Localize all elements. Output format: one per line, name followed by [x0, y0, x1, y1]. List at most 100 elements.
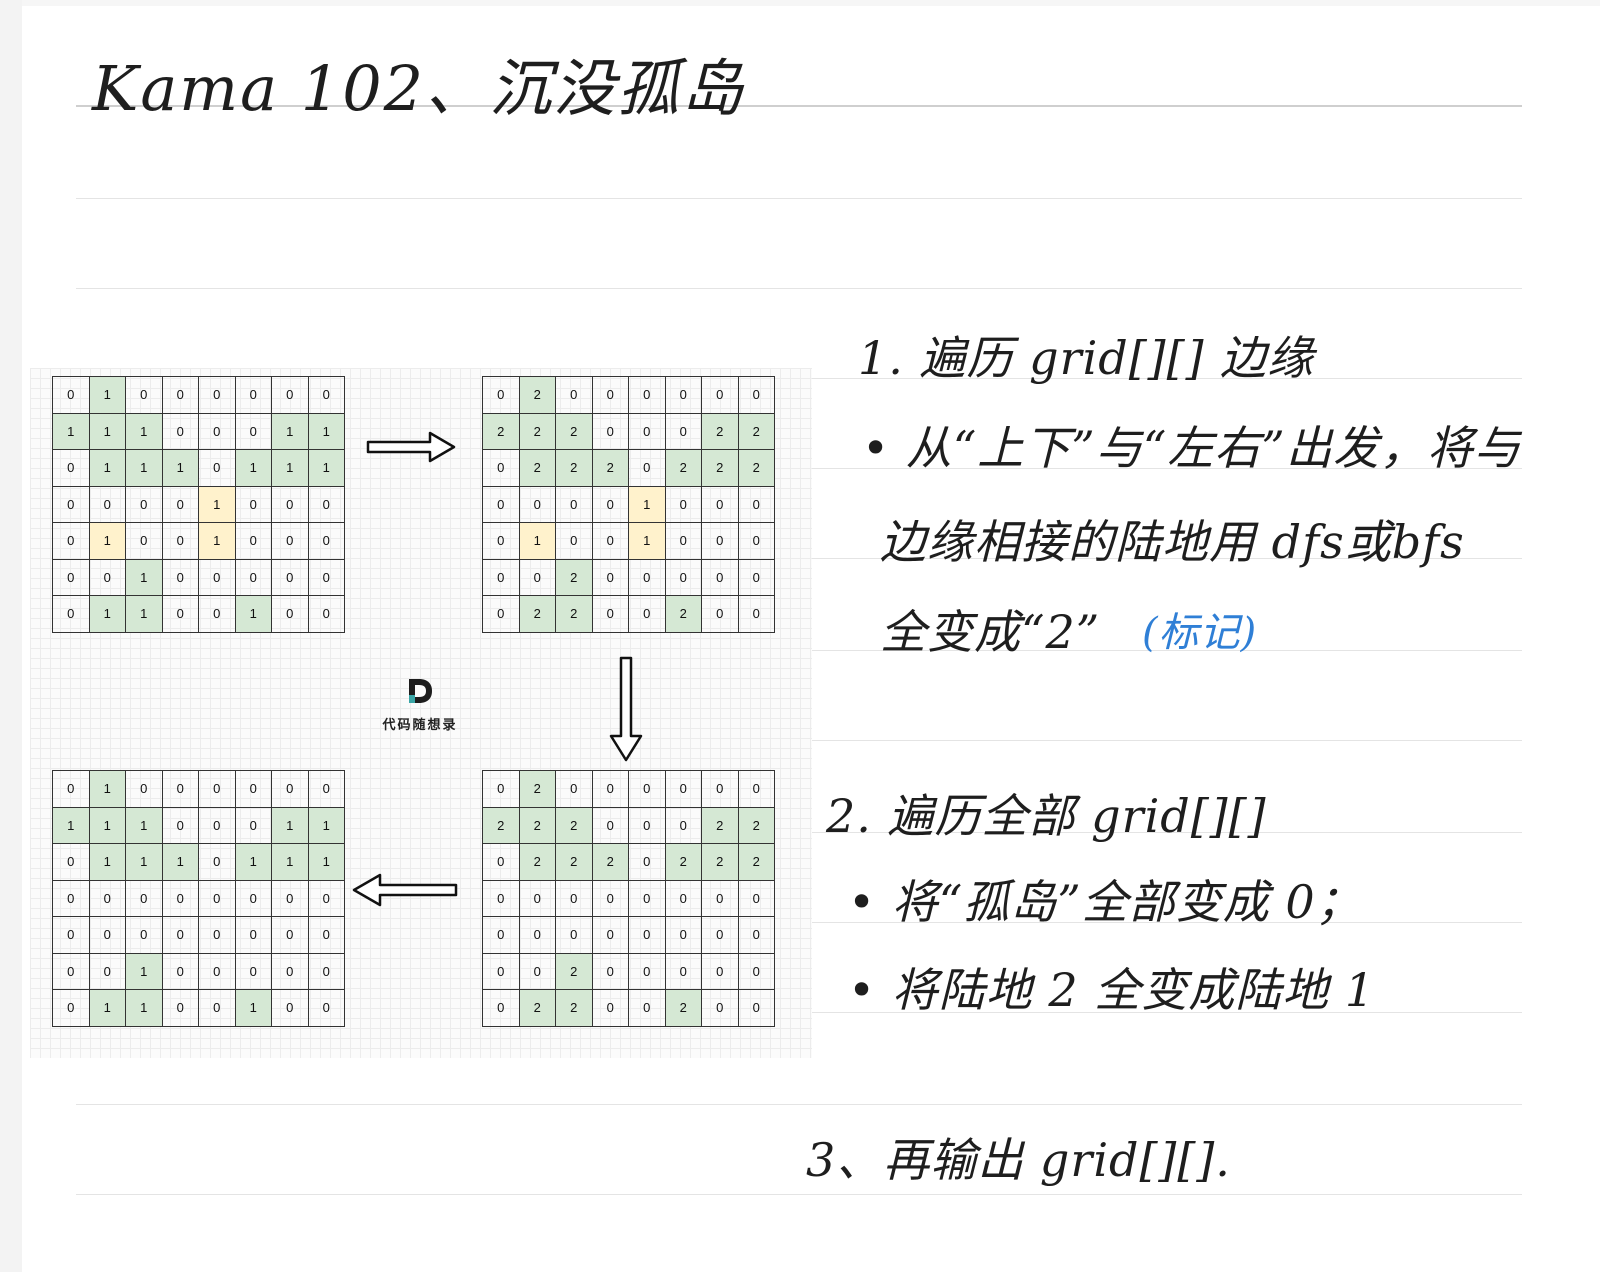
- grid-cell: 1: [126, 953, 163, 990]
- grid-cell: 0: [556, 917, 593, 954]
- grid-cell: 0: [592, 771, 629, 808]
- grid-cell: 1: [89, 377, 126, 414]
- grid-cell: 0: [592, 596, 629, 633]
- page-title: Kama 102、沉没孤岛: [92, 52, 746, 125]
- grid-cell: 2: [483, 807, 520, 844]
- step-2-heading: 2. 遍历全部 grid[][]: [826, 789, 1267, 843]
- grid-cell: 2: [665, 990, 702, 1027]
- grid-cell: 2: [665, 844, 702, 881]
- grid-cell: 0: [235, 917, 272, 954]
- step-1-line: 边缘相接的陆地用 dfs或bfs: [880, 515, 1465, 569]
- grid-cell: 0: [235, 880, 272, 917]
- grid-cell: 0: [592, 953, 629, 990]
- grid-cell: 2: [592, 844, 629, 881]
- grid-final: 0100000011100011011101110000000000000000…: [52, 770, 345, 1027]
- grid-cell: 1: [89, 771, 126, 808]
- grid-cell: 0: [629, 377, 666, 414]
- grid-cell: 1: [126, 807, 163, 844]
- grid-cell: 0: [702, 880, 739, 917]
- grid-cell: 2: [665, 596, 702, 633]
- grid-cell: 0: [199, 559, 236, 596]
- grid-cell: 2: [738, 807, 775, 844]
- grid-cell: 2: [592, 450, 629, 487]
- grid-cell: 0: [483, 486, 520, 523]
- grid-cell: 0: [702, 771, 739, 808]
- grid-cell: 0: [89, 880, 126, 917]
- grid-cell: 0: [272, 917, 309, 954]
- grid-cell: 0: [592, 486, 629, 523]
- grid-cell: 0: [199, 450, 236, 487]
- grid-cell: 1: [89, 523, 126, 560]
- ruled-line: [76, 1194, 1522, 1195]
- grid-cell: 0: [738, 486, 775, 523]
- grid-cell: 0: [483, 880, 520, 917]
- arrow-right-icon: [366, 431, 456, 463]
- grid-cell: 0: [702, 953, 739, 990]
- grid-cell: 0: [738, 596, 775, 633]
- grid-cell: 0: [308, 486, 345, 523]
- grid-cell: 2: [665, 450, 702, 487]
- grid-cell: 0: [199, 596, 236, 633]
- grid-cell: 0: [235, 486, 272, 523]
- grid-cell: 2: [519, 377, 556, 414]
- grid-cell: 0: [272, 486, 309, 523]
- grid-cell: 2: [519, 413, 556, 450]
- grid-cell: 0: [702, 377, 739, 414]
- arrow-left-icon: [352, 873, 458, 907]
- grid-cell: 0: [738, 559, 775, 596]
- grid-cell: 2: [519, 596, 556, 633]
- grid-cell: 0: [162, 771, 199, 808]
- grid-cell: 1: [89, 807, 126, 844]
- grid-cell: 0: [53, 377, 90, 414]
- page-left-margin: [0, 0, 22, 1272]
- grid-cell: 0: [702, 559, 739, 596]
- step-3-heading: 3、再输出 grid[][].: [806, 1133, 1231, 1187]
- grid-cell: 0: [592, 377, 629, 414]
- grid-cell: 0: [519, 559, 556, 596]
- grid-cell: 0: [738, 990, 775, 1027]
- grid-cell: 0: [738, 917, 775, 954]
- grid-cell: 0: [308, 880, 345, 917]
- grid-cell: 2: [519, 844, 556, 881]
- grid-cell: 0: [199, 413, 236, 450]
- grid-cell: 0: [629, 596, 666, 633]
- grid-cell: 0: [53, 953, 90, 990]
- grid-cell: 1: [235, 450, 272, 487]
- grid-cell: 0: [702, 486, 739, 523]
- grid-cell: 0: [162, 413, 199, 450]
- logo-text: 代码随想录: [382, 718, 458, 733]
- grid-cell: 2: [519, 771, 556, 808]
- grid-cell: 0: [53, 844, 90, 881]
- grid-cell: 1: [308, 450, 345, 487]
- grid-cell: 0: [629, 559, 666, 596]
- grid-cell: 0: [592, 917, 629, 954]
- grid-cell: 1: [126, 596, 163, 633]
- grid-cell: 0: [665, 953, 702, 990]
- grid-cell: 2: [738, 844, 775, 881]
- step-1-line: 全变成“2”: [880, 605, 1101, 659]
- grid-cell: 1: [199, 523, 236, 560]
- grid-cell: 0: [199, 953, 236, 990]
- grid-cell: 1: [199, 486, 236, 523]
- grid-cell: 0: [272, 523, 309, 560]
- grid-cell: 0: [483, 523, 520, 560]
- grid-cell: 2: [738, 413, 775, 450]
- grid-cell: 2: [556, 559, 593, 596]
- grid-cell: 0: [162, 596, 199, 633]
- grid-cell: 0: [738, 377, 775, 414]
- grid-cell: 0: [272, 880, 309, 917]
- grid-cell: 0: [53, 450, 90, 487]
- grid-cell: 0: [483, 990, 520, 1027]
- process-diagram: 0100000011100011011101110000100001001000…: [30, 368, 812, 1058]
- grid-cell: 0: [272, 559, 309, 596]
- grid-cell: 0: [738, 880, 775, 917]
- grid-cell: 2: [556, 953, 593, 990]
- ruled-line: [76, 198, 1522, 199]
- step-1-heading: 1. 遍历 grid[][] 边缘: [858, 331, 1315, 385]
- grid-cell: 0: [483, 917, 520, 954]
- grid-cell: 0: [308, 377, 345, 414]
- grid-cell: 1: [272, 844, 309, 881]
- grid-cell: 0: [53, 596, 90, 633]
- grid-cell: 2: [556, 413, 593, 450]
- step-1-line: • 从“上下”与“左右”出发，将与: [862, 421, 1521, 475]
